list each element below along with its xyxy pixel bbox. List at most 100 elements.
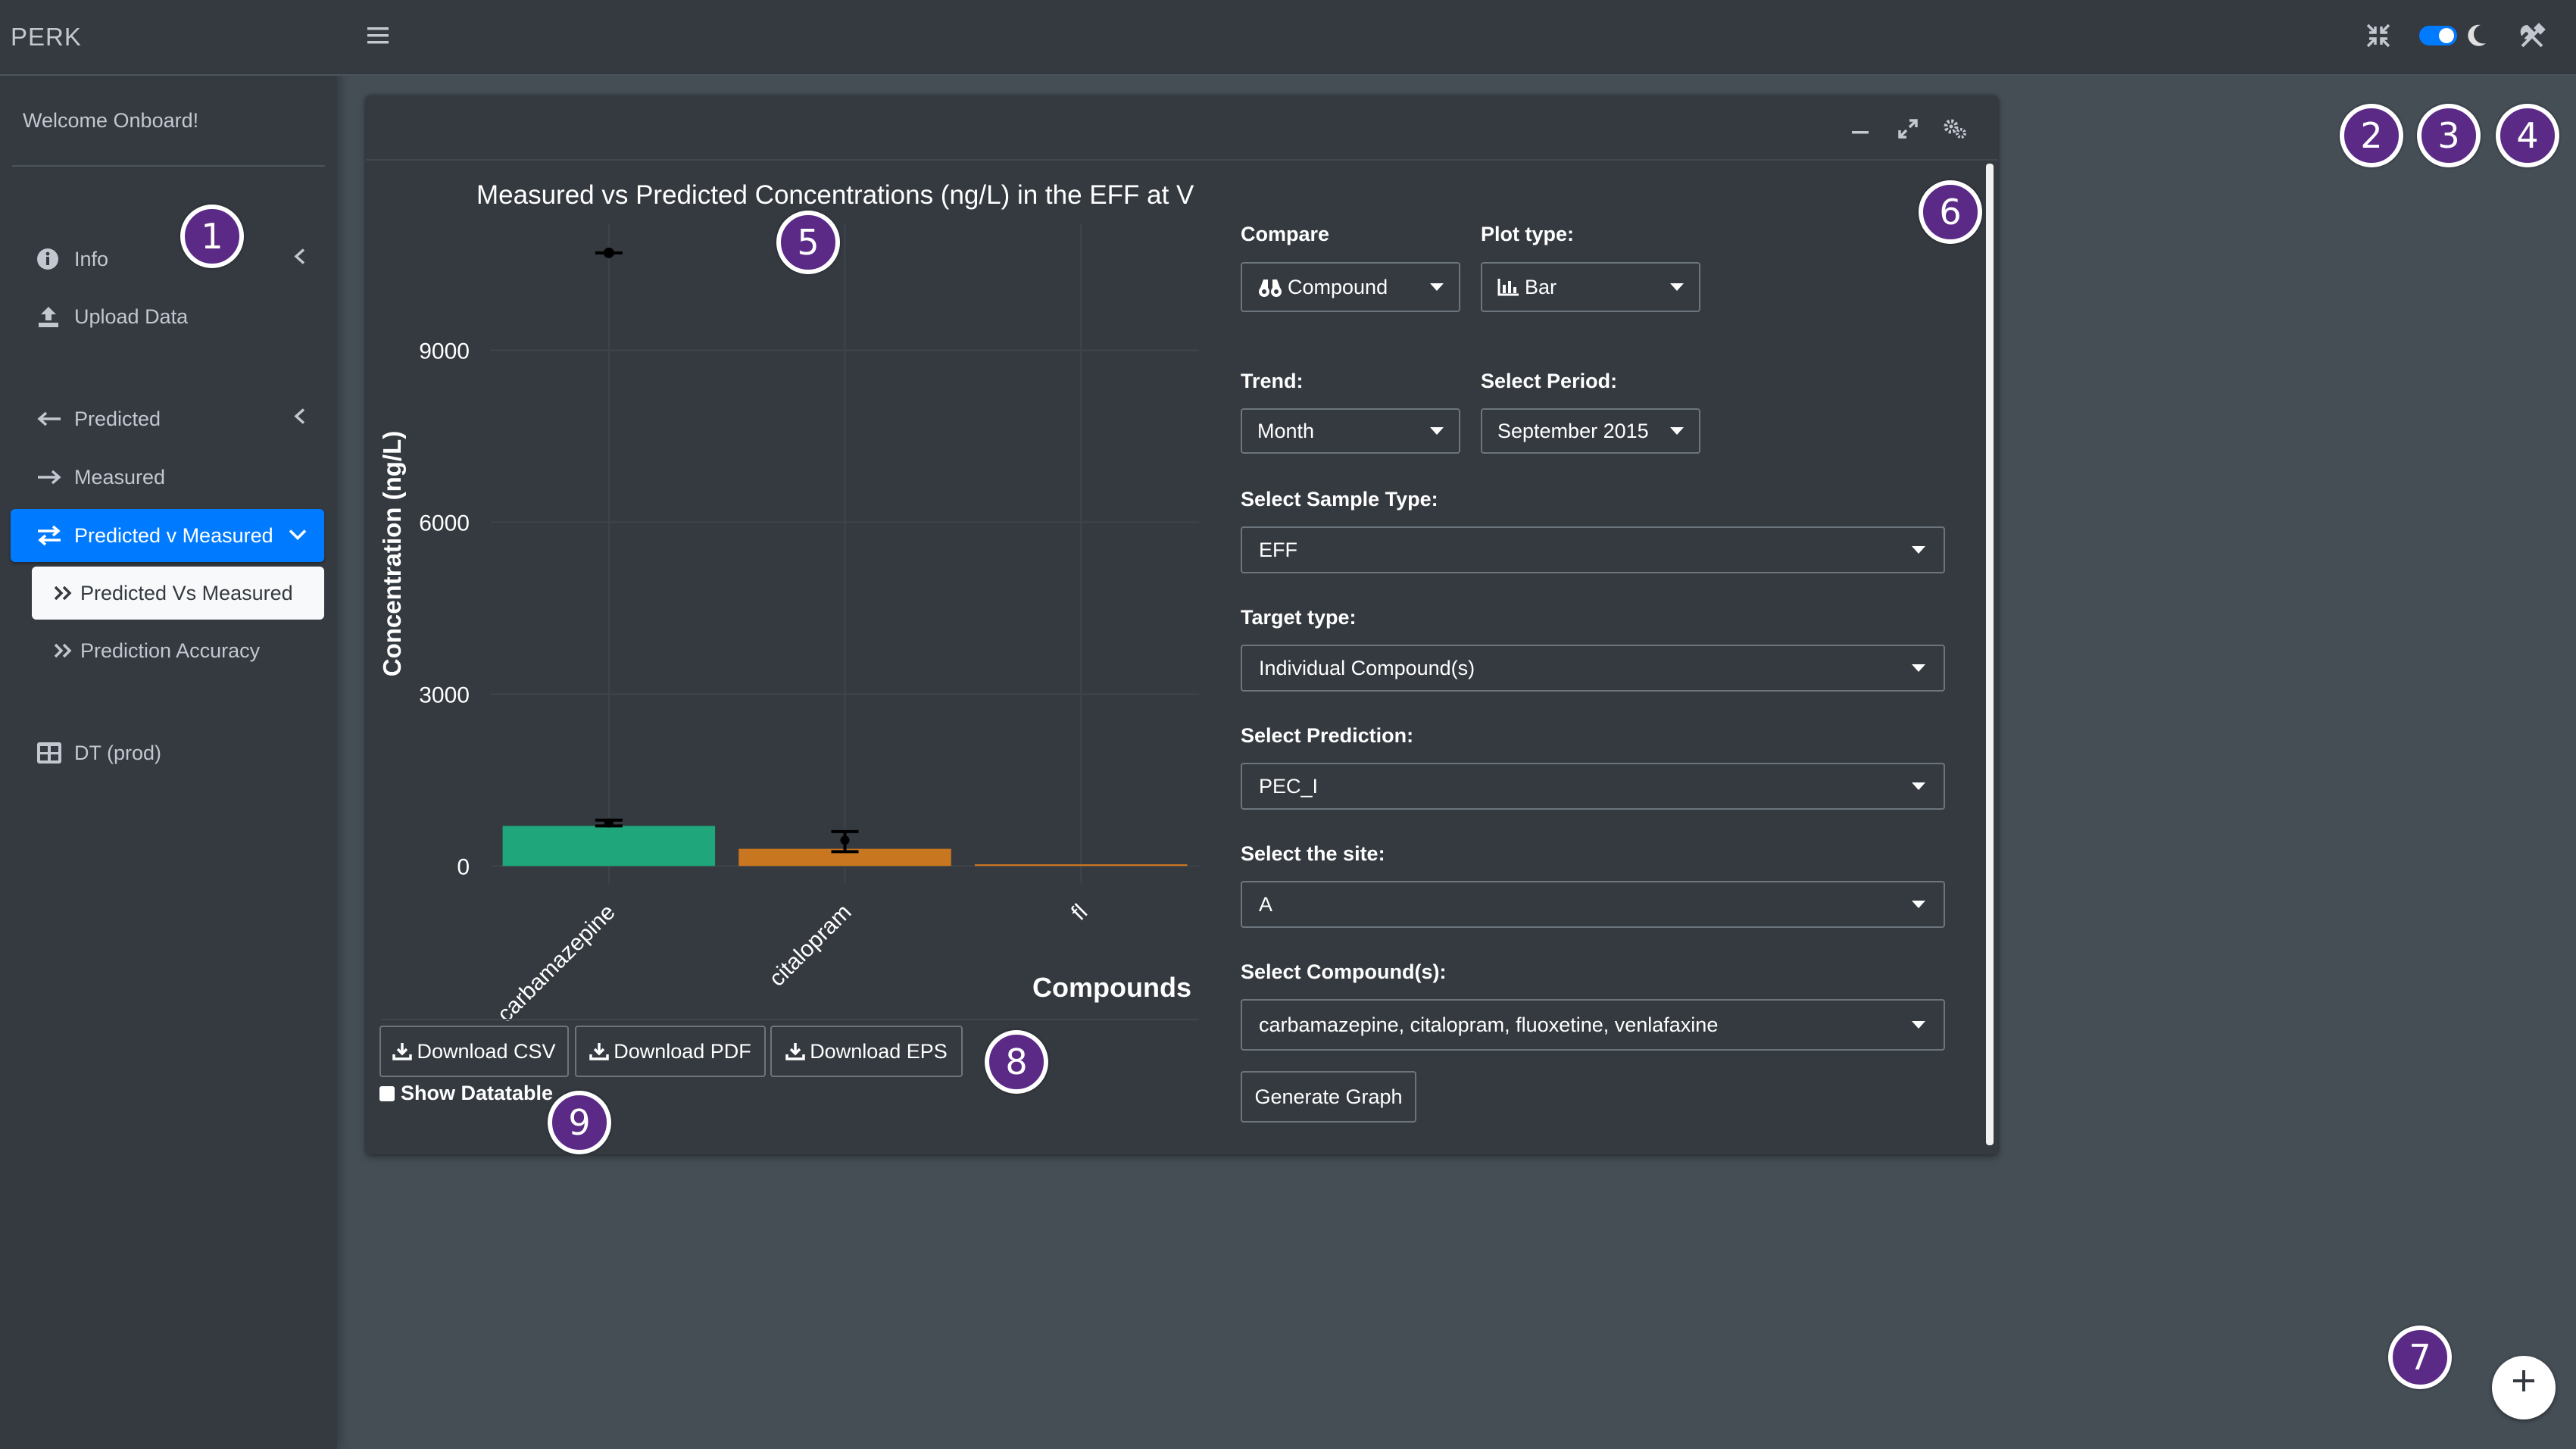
sample-type-value: EFF: [1259, 538, 1297, 561]
download-icon: [392, 1043, 413, 1060]
x-tick-label: citalopram: [764, 900, 856, 992]
trend-label: Trend:: [1241, 370, 1304, 392]
badge-7: 7: [2388, 1326, 2452, 1389]
download-pdf-button[interactable]: Download PDF: [575, 1026, 766, 1077]
plot-type-select[interactable]: Bar: [1481, 262, 1700, 312]
badge-8: 8: [985, 1030, 1048, 1094]
add-fab-button[interactable]: [2492, 1356, 2556, 1419]
sample-type-label: Select Sample Type:: [1241, 488, 1438, 511]
sidebar: PERK Welcome Onboard! Info Upload Data P…: [0, 0, 337, 1449]
sidebar-item-label: Measured: [74, 465, 166, 489]
caret-down-icon: [1912, 901, 1925, 908]
sidebar-subitem-prediction-accuracy[interactable]: Prediction Accuracy: [32, 624, 324, 677]
badge-4: 4: [2496, 104, 2559, 167]
sidebar-item-info[interactable]: Info: [11, 233, 324, 286]
card-header: [366, 95, 1998, 161]
y-tick-label: 6000: [419, 511, 470, 536]
y-tick-label: 3000: [419, 682, 470, 707]
card-scrollbar[interactable]: [1986, 164, 1994, 1145]
caret-down-icon: [1670, 283, 1684, 291]
compare-value: Compound: [1288, 275, 1388, 298]
chart-card: Measured vs Predicted Concentrations (ng…: [366, 95, 1998, 1154]
badge-2: 2: [2340, 104, 2403, 167]
chevron-left-icon[interactable]: [292, 408, 308, 431]
sidebar-item-label: Upload Data: [74, 304, 189, 328]
download-csv-button[interactable]: Download CSV: [379, 1026, 569, 1077]
show-datatable-checkbox-row[interactable]: Show Datatable: [379, 1082, 553, 1105]
x-tick-label: fl: [1066, 900, 1092, 926]
arrow-right-icon: [36, 468, 74, 486]
table-icon: [36, 742, 74, 764]
sidebar-item-predicted-v-measured[interactable]: Predicted v Measured: [11, 509, 324, 562]
select-prediction-label: Select Prediction:: [1241, 724, 1414, 747]
download-eps-label: Download EPS: [810, 1039, 948, 1063]
compare-select[interactable]: Compound: [1241, 262, 1460, 312]
sidebar-item-label: Info: [74, 247, 109, 270]
bar-chart: 0 3000 6000 9000 Concentration (ng/L) carbama…: [378, 224, 1199, 1027]
chevron-down-icon[interactable]: [288, 524, 308, 548]
hamburger-icon[interactable]: [367, 26, 390, 49]
trend-value: Month: [1257, 419, 1315, 442]
select-compounds-select[interactable]: carbamazepine, citalopram, fluoxetine, v…: [1241, 999, 1945, 1051]
double-chevron-right-icon: [53, 642, 80, 660]
badge-1: 1: [180, 205, 244, 268]
select-prediction-value: PEC_I: [1259, 774, 1319, 798]
sidebar-item-label: DT (prod): [74, 741, 162, 764]
bar-carbamazepine: [502, 826, 716, 867]
trend-select[interactable]: Month: [1241, 408, 1460, 454]
caret-down-icon: [1912, 782, 1925, 790]
outlier-point: [603, 247, 614, 258]
download-csv-label: Download CSV: [417, 1039, 556, 1063]
sidebar-item-predicted[interactable]: Predicted: [11, 392, 324, 445]
bar-chart-icon: [1497, 279, 1519, 296]
info-circle-icon: [36, 248, 74, 270]
sample-type-select[interactable]: EFF: [1241, 526, 1945, 573]
target-type-value: Individual Compound(s): [1259, 656, 1475, 679]
chevron-left-icon[interactable]: [292, 248, 308, 271]
select-period-label: Select Period:: [1481, 370, 1618, 392]
target-type-label: Target type:: [1241, 606, 1357, 629]
show-datatable-label: Show Datatable: [401, 1082, 554, 1104]
sidebar-subitem-predicted-vs-measured[interactable]: Predicted Vs Measured: [32, 567, 324, 620]
select-site-label: Select the site:: [1241, 842, 1385, 865]
sidebar-item-label: Prediction Accuracy: [80, 639, 261, 662]
bar-fl: [974, 864, 1188, 867]
minimize-icon[interactable]: [1852, 126, 1869, 139]
double-chevron-right-icon: [53, 584, 80, 602]
tools-icon[interactable]: [2518, 23, 2546, 54]
binoculars-icon: [1259, 279, 1282, 297]
x-tick-label: carbamazepine: [492, 900, 620, 1027]
target-type-select[interactable]: Individual Compound(s): [1241, 645, 1945, 692]
caret-down-icon: [1912, 664, 1925, 672]
download-eps-button[interactable]: Download EPS: [770, 1026, 963, 1077]
generate-graph-button[interactable]: Generate Graph: [1241, 1071, 1416, 1123]
select-period-value: September 2015: [1497, 419, 1649, 442]
sidebar-item-label: Predicted v Measured: [74, 523, 273, 547]
y-axis-label: Concentration (ng/L): [378, 431, 406, 676]
brand-title[interactable]: PERK: [0, 0, 337, 76]
cogs-icon[interactable]: [1943, 118, 1967, 143]
caret-down-icon: [1670, 427, 1684, 435]
sidebar-item-dt-prod[interactable]: DT (prod): [11, 726, 324, 779]
sidebar-item-upload-data[interactable]: Upload Data: [11, 290, 324, 343]
select-site-select[interactable]: A: [1241, 881, 1945, 928]
caret-down-icon: [1912, 1021, 1925, 1029]
caret-down-icon: [1912, 546, 1925, 554]
download-icon: [589, 1043, 609, 1060]
dark-mode-toggle[interactable]: [2418, 24, 2458, 51]
fullscreen-icon[interactable]: [2365, 23, 2391, 52]
show-datatable-checkbox[interactable]: [379, 1085, 395, 1101]
badge-6: 6: [1919, 180, 1982, 244]
sidebar-item-label: Predicted: [74, 407, 161, 430]
select-period-select[interactable]: September 2015: [1481, 408, 1700, 454]
caret-down-icon: [1430, 283, 1444, 291]
exchange-icon: [36, 524, 74, 547]
top-navbar: [337, 0, 2576, 76]
expand-icon[interactable]: [1897, 118, 1919, 143]
error-bar-point: [840, 835, 850, 845]
select-prediction-select[interactable]: PEC_I: [1241, 763, 1945, 810]
error-bar-point: [604, 818, 614, 828]
sidebar-item-measured[interactable]: Measured: [11, 451, 324, 504]
plot-type-label: Plot type:: [1481, 223, 1575, 245]
plot-title: Measured vs Predicted Concentrations (ng…: [476, 180, 1194, 210]
